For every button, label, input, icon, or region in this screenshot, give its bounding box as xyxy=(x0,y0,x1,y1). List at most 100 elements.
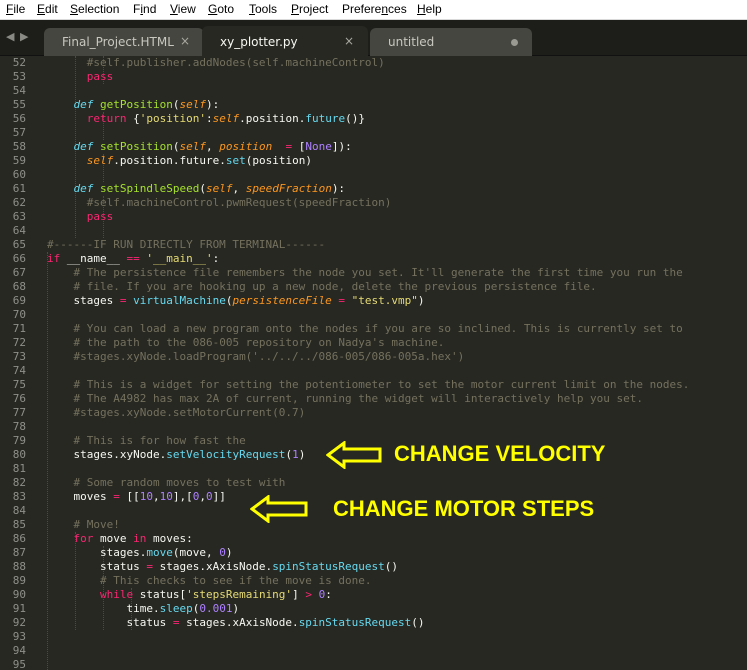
line-number: 85 xyxy=(12,518,26,531)
line-number: 76 xyxy=(12,392,26,405)
menu-item-help[interactable]: Help xyxy=(417,2,442,16)
line-number: 77 xyxy=(12,406,26,419)
arrow-left-icon xyxy=(326,441,382,469)
line-number: 65 xyxy=(12,238,26,251)
code-line[interactable]: while status['stepsRemaining'] > 0: xyxy=(47,588,332,602)
annotation-change-velocity: CHANGE VELOCITY xyxy=(394,441,606,466)
line-number: 74 xyxy=(12,364,26,377)
line-number: 87 xyxy=(12,546,26,559)
menu-item-selection[interactable]: Selection xyxy=(70,2,119,16)
code-line[interactable]: # This is for how fast the xyxy=(47,434,246,448)
line-number: 93 xyxy=(12,630,26,643)
line-number: 94 xyxy=(12,644,26,657)
line-number: 59 xyxy=(12,154,26,167)
code-line[interactable]: stages.move(move, 0) xyxy=(47,546,232,560)
code-line[interactable]: # file. If you are hooking up a new node… xyxy=(47,280,597,294)
code-line[interactable]: time.sleep(0.001) xyxy=(47,602,239,616)
line-number: 78 xyxy=(12,420,26,433)
code-line[interactable]: # The A4982 has max 2A of current, runni… xyxy=(47,392,644,406)
forward-arrow-icon[interactable]: ▶ xyxy=(20,30,28,43)
code-line[interactable]: #stages.xyNode.setMotorCurrent(0.7) xyxy=(47,406,306,420)
line-number: 73 xyxy=(12,350,26,363)
code-line[interactable]: if __name__ == '__main__': xyxy=(47,252,219,266)
line-number: 53 xyxy=(12,70,26,83)
line-number: 80 xyxy=(12,448,26,461)
code-line[interactable]: # Some random moves to test with xyxy=(47,476,286,490)
tab-final-project[interactable]: Final_Project.HTML × xyxy=(44,28,204,56)
code-line[interactable]: # This is a widget for setting the poten… xyxy=(47,378,690,392)
line-number: 57 xyxy=(12,126,26,139)
code-line[interactable]: stages.xyNode.setVelocityRequest(1) xyxy=(47,448,305,462)
line-number: 79 xyxy=(12,434,26,447)
line-number: 88 xyxy=(12,560,26,573)
line-number: 86 xyxy=(12,532,26,545)
code-line[interactable]: self.position.future.set(position) xyxy=(47,154,312,168)
line-number: 63 xyxy=(12,210,26,223)
tab-bar: ◀ ▶ Final_Project.HTML × untitled xy_plo… xyxy=(0,20,747,56)
code-line[interactable]: pass xyxy=(47,210,114,224)
menu-bar: File Edit Selection Find View Goto Tools Projec… xyxy=(0,0,747,20)
menu-item-find[interactable]: Find xyxy=(133,2,156,16)
line-number: 68 xyxy=(12,280,26,293)
line-number: 83 xyxy=(12,490,26,503)
code-editor[interactable]: 52 53 54 55 56 57 58 59 60 61 62 63 64 65 66 67 68 69 70 71… xyxy=(0,56,747,670)
code-line[interactable]: #------IF RUN DIRECTLY FROM TERMINAL----… xyxy=(47,238,325,252)
code-line[interactable]: def getPosition(self): xyxy=(47,98,220,112)
code-line[interactable]: moves = [[10,10],[0,0]] xyxy=(47,490,225,504)
menu-item-project[interactable]: Project xyxy=(291,2,328,16)
line-number: 56 xyxy=(12,112,26,125)
code-line[interactable]: status = stages.xAxisNode.spinStatusRequ… xyxy=(47,560,398,574)
line-number: 91 xyxy=(12,602,26,615)
menu-item-tools[interactable]: Tools xyxy=(249,2,277,16)
tab-untitled[interactable]: untitled xyxy=(370,28,532,56)
code-line[interactable]: return {'position':self.position.future(… xyxy=(47,112,365,126)
line-number: 69 xyxy=(12,294,26,307)
line-number: 84 xyxy=(12,504,26,517)
line-number: 71 xyxy=(12,322,26,335)
line-number: 72 xyxy=(12,336,26,349)
line-number: 52 xyxy=(12,56,26,69)
line-number: 75 xyxy=(12,378,26,391)
code-line[interactable]: # The persistence file remembers the nod… xyxy=(47,266,683,280)
line-number: 66 xyxy=(12,252,26,265)
menu-item-goto[interactable]: Goto xyxy=(208,2,234,16)
close-icon[interactable]: × xyxy=(180,34,190,48)
menu-item-file[interactable]: File xyxy=(6,2,25,16)
unsaved-dot-icon[interactable] xyxy=(511,39,518,46)
code-line[interactable]: stages = virtualMachine(persistenceFile … xyxy=(47,294,424,308)
code-line[interactable]: pass xyxy=(47,70,114,84)
menu-item-edit[interactable]: Edit xyxy=(37,2,58,16)
code-line[interactable]: status = stages.xAxisNode.spinStatusRequ… xyxy=(47,616,424,630)
line-number: 64 xyxy=(12,224,26,237)
code-line[interactable]: #stages.xyNode.loadProgram('../../../086… xyxy=(47,350,465,364)
code-line[interactable]: # Move! xyxy=(47,518,120,532)
tab-xy-plotter[interactable]: xy_plotter.py × xyxy=(202,26,368,56)
line-number: 95 xyxy=(12,658,26,670)
code-line[interactable]: def setPosition(self, position = [None])… xyxy=(47,140,352,154)
line-number: 92 xyxy=(12,616,26,629)
line-number: 60 xyxy=(12,168,26,181)
code-line[interactable]: #self.publisher.addNodes(self.machineCon… xyxy=(47,56,385,70)
close-icon[interactable]: × xyxy=(344,34,354,48)
line-number: 90 xyxy=(12,588,26,601)
code-line[interactable]: def setSpindleSpeed(self, speedFraction)… xyxy=(47,182,346,196)
line-number: 81 xyxy=(12,462,26,475)
code-line[interactable]: #self.machineControl.pwmRequest(speedFra… xyxy=(47,196,392,210)
back-arrow-icon[interactable]: ◀ xyxy=(6,30,14,43)
menu-item-preferences[interactable]: Preferences xyxy=(342,2,407,16)
tab-label: xy_plotter.py xyxy=(220,35,298,49)
code-line[interactable]: # the path to the 086-005 repository on … xyxy=(47,336,445,350)
arrow-left-icon xyxy=(250,495,308,523)
code-line[interactable]: # You can load a new program onto the no… xyxy=(47,322,683,336)
annotation-change-motor-steps: CHANGE MOTOR STEPS xyxy=(333,496,595,521)
line-number: 82 xyxy=(12,476,26,489)
line-number: 70 xyxy=(12,308,26,321)
code-line[interactable]: # This checks to see if the move is done… xyxy=(47,574,372,588)
tab-label: untitled xyxy=(388,35,435,49)
code-line[interactable]: for move in moves: xyxy=(47,532,193,546)
menu-item-view[interactable]: View xyxy=(170,2,196,16)
line-number: 58 xyxy=(12,140,26,153)
line-number: 62 xyxy=(12,196,26,209)
line-number: 61 xyxy=(12,182,26,195)
line-number: 55 xyxy=(12,98,26,111)
